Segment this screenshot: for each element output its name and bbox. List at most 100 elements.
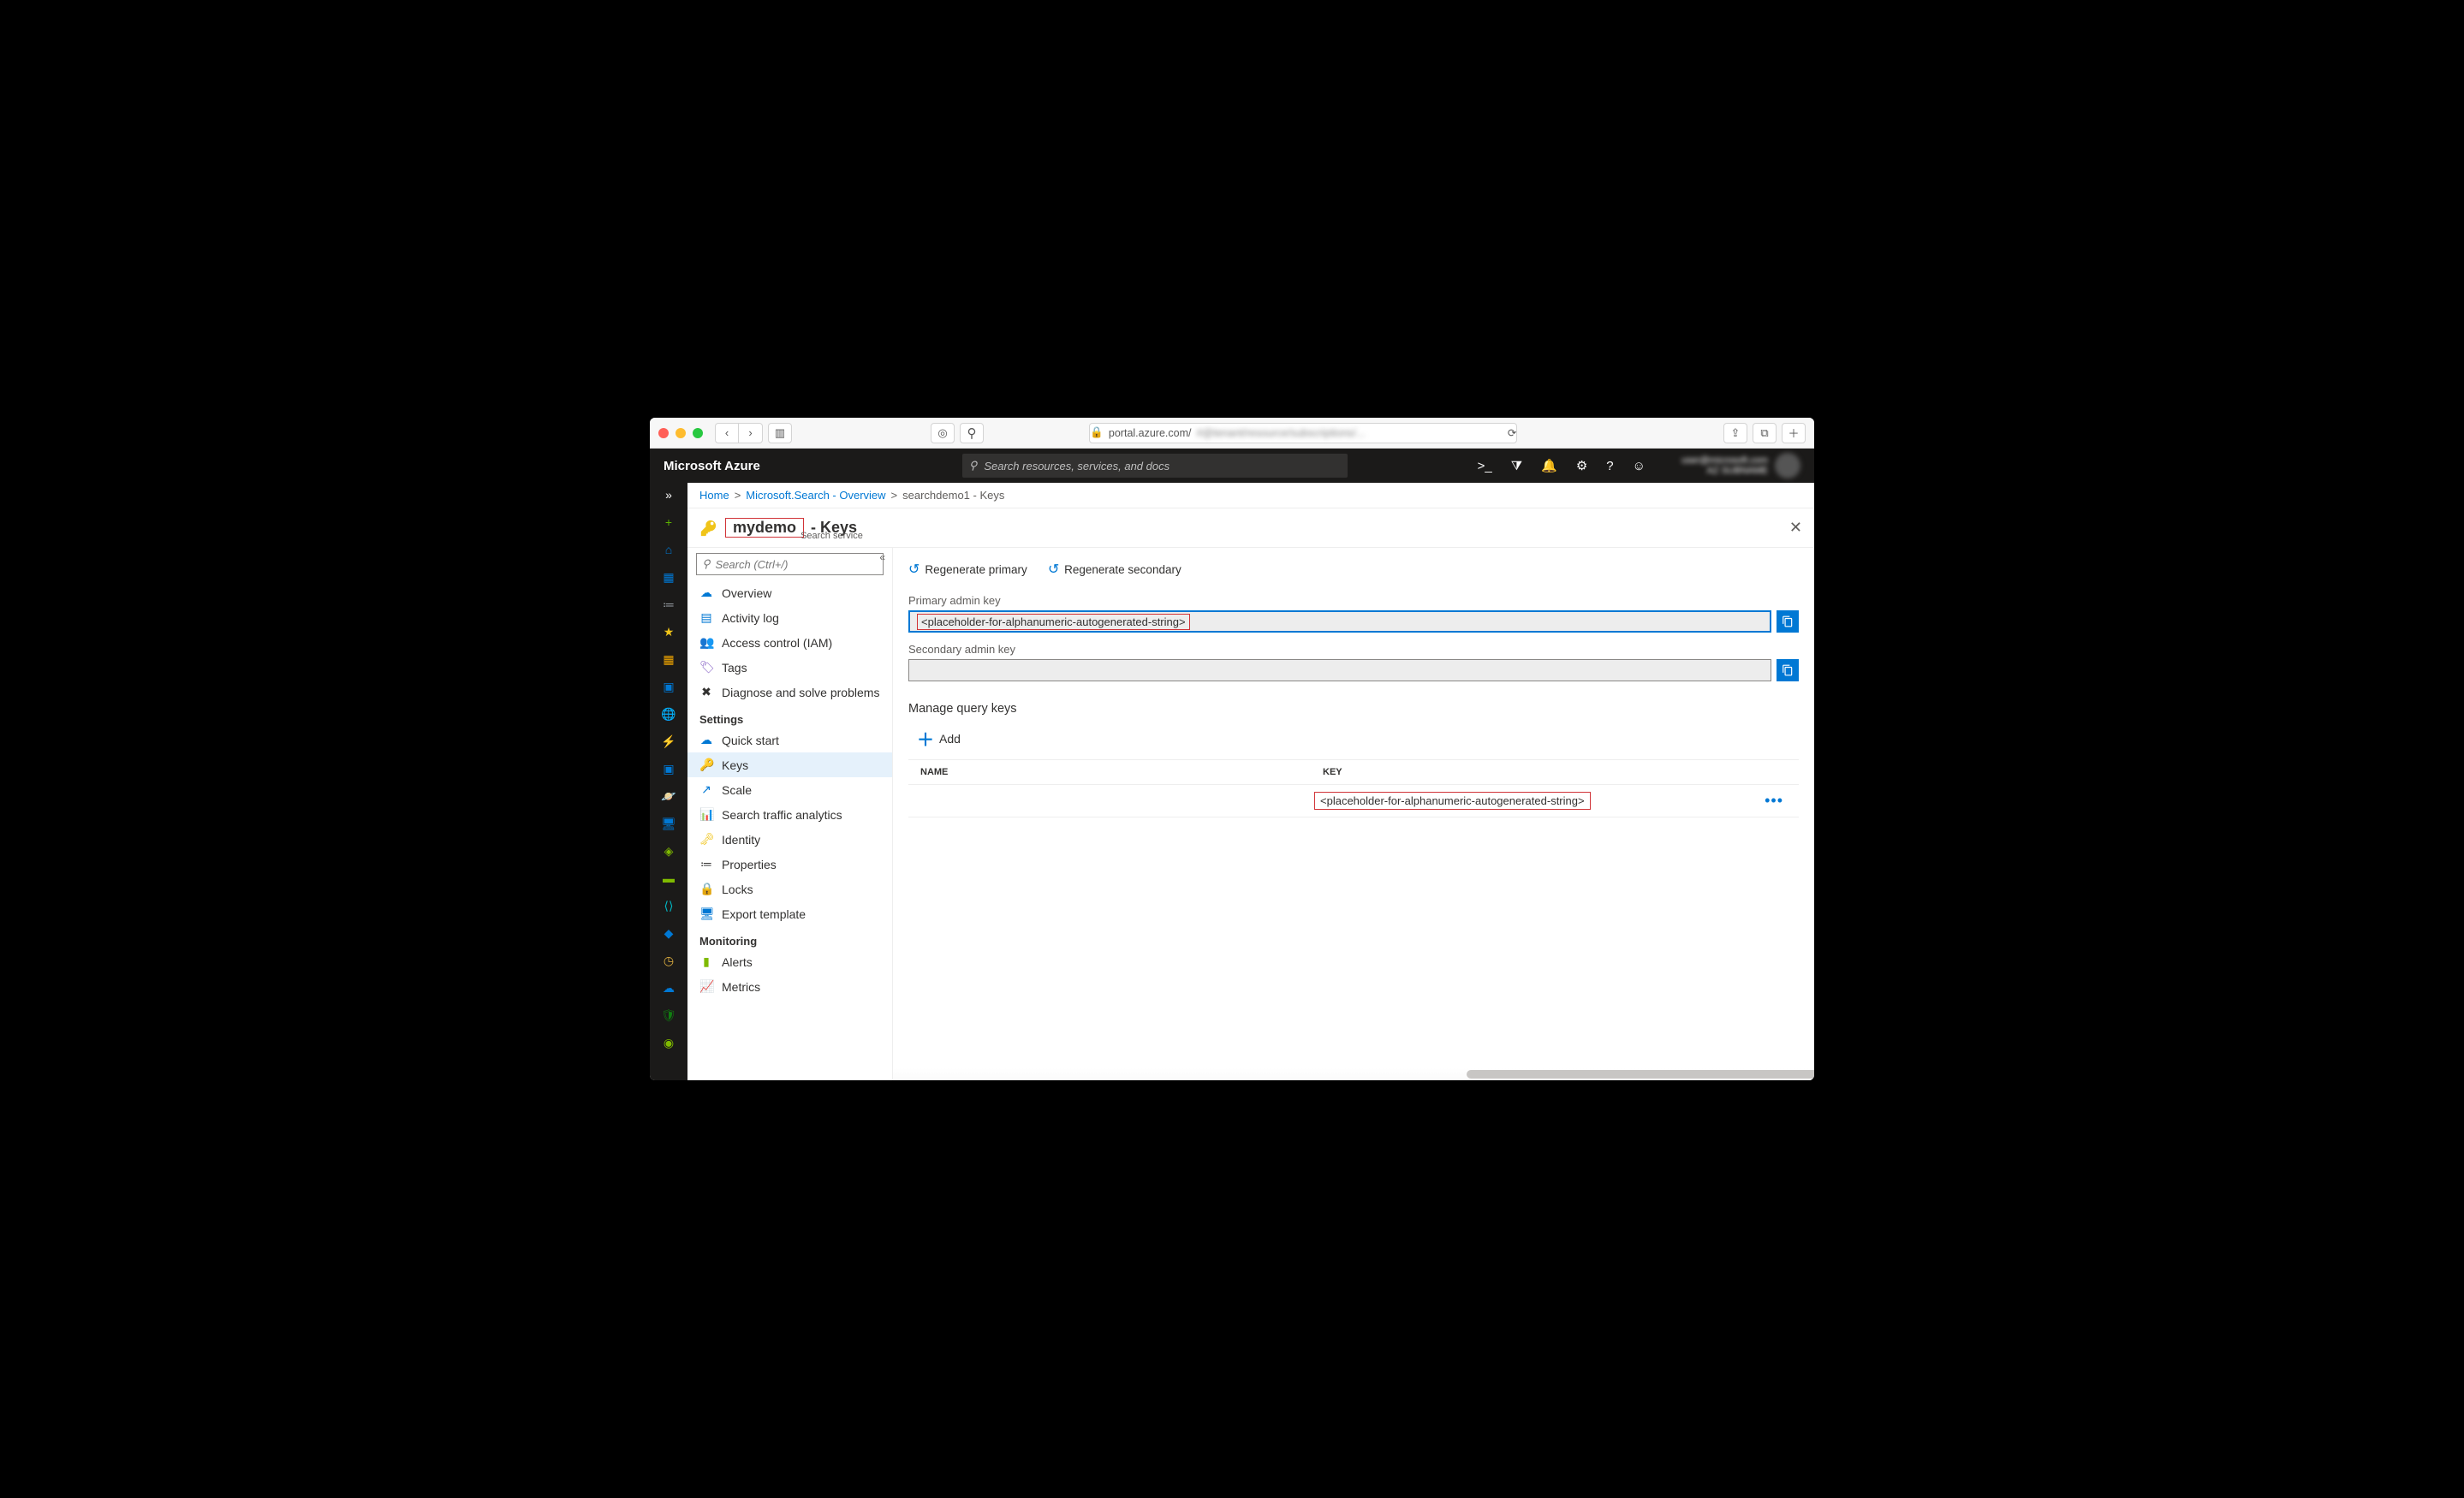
nav-item-label: Search traffic analytics <box>722 808 842 822</box>
search-placeholder: Search resources, services, and docs <box>984 460 1170 473</box>
horizontal-scrollbar[interactable] <box>893 1068 1814 1080</box>
rail-item-security[interactable]: 🛡 <box>660 1007 677 1024</box>
resource-menu-search[interactable]: ⚲ Search (Ctrl+/) <box>696 553 884 575</box>
nav-item-overview[interactable]: ☁Overview <box>687 580 892 605</box>
rail-item-all-services[interactable]: ≔ <box>660 596 677 613</box>
rail-item-favorites[interactable]: ★ <box>660 623 677 640</box>
cloud-shell-icon[interactable]: >_ <box>1478 459 1492 473</box>
notifications-icon[interactable]: 🔔 <box>1541 458 1557 473</box>
rail-item-storage[interactable]: ▬ <box>660 870 677 887</box>
regenerate-primary-button[interactable]: ↻ Regenerate primary <box>908 561 1027 578</box>
rail-item-home[interactable]: ⌂ <box>660 541 677 558</box>
url-path-blurred: #@tenant/resource/subscriptions/... <box>1196 427 1365 439</box>
url-host: portal.azure.com/ <box>1109 427 1192 439</box>
rail-item-dashboard[interactable]: ▦ <box>660 568 677 586</box>
nav-item-diagnose-and-solve-problems[interactable]: ✖Diagnose and solve problems <box>687 680 892 704</box>
privacy-button[interactable]: ◎ <box>931 423 955 443</box>
nav-item-metrics[interactable]: 📈Metrics <box>687 974 892 999</box>
user-account[interactable]: user@microsoft.com AZ SUBNAME <box>1681 453 1800 479</box>
col-header-name: NAME <box>908 760 1311 784</box>
copy-primary-button[interactable] <box>1777 610 1799 633</box>
rail-item-all-resources[interactable]: ▦ <box>660 651 677 668</box>
add-query-key-button[interactable]: ＋ Add <box>908 726 1799 751</box>
directory-filter-icon[interactable]: ⧩ <box>1511 459 1522 473</box>
rail-item-web[interactable]: 🌐 <box>660 705 677 722</box>
top-bar-icons: >_ ⧩ 🔔 ⚙ ? ☺ user@microsoft.com AZ SUBNA… <box>1478 453 1800 479</box>
share-button[interactable]: ⇪ <box>1723 423 1747 443</box>
breadcrumb-home[interactable]: Home <box>699 489 729 502</box>
plus-icon: ＋ <box>917 726 934 751</box>
search-placeholder: Search (Ctrl+/) <box>716 558 789 571</box>
rail-item-vms[interactable]: 🖥 <box>660 815 677 832</box>
reload-icon[interactable]: ⟳ <box>1508 426 1516 439</box>
rail-item-create-resource[interactable]: + <box>660 514 677 531</box>
azure-top-bar: Microsoft Azure ⚲ Search resources, serv… <box>650 449 1814 483</box>
expand-rail-button[interactable]: » <box>665 488 672 502</box>
rail-item-resource-groups[interactable]: ▣ <box>660 678 677 695</box>
nav-item-label: Activity log <box>722 611 779 625</box>
forward-button[interactable]: › <box>739 423 763 443</box>
nav-section-monitoring: Monitoring <box>687 926 892 949</box>
rail-item-networking[interactable]: ⟨⟩ <box>660 897 677 914</box>
collapse-menu-button[interactable]: « <box>879 551 885 563</box>
rail-item-azure-ad[interactable]: ◆ <box>660 924 677 942</box>
command-bar: ↻ Regenerate primary ↻ Regenerate second… <box>908 555 1799 584</box>
rail-item-load-balancers[interactable]: ◈ <box>660 842 677 859</box>
minimize-window-button[interactable] <box>676 428 686 438</box>
alerts-icon: ▮ <box>699 954 713 969</box>
address-bar[interactable]: 🔒 portal.azure.com/ #@tenant/resource/su… <box>1089 423 1517 443</box>
azure-brand[interactable]: Microsoft Azure <box>664 459 760 473</box>
global-search-input[interactable]: ⚲ Search resources, services, and docs <box>962 454 1348 478</box>
nav-item-quick-start[interactable]: ☁Quick start <box>687 728 892 752</box>
query-keys-table: NAME KEY <placeholder-for-alphanumeric-a… <box>908 759 1799 817</box>
sidebar-button[interactable]: ▥ <box>768 423 792 443</box>
nav-item-label: Diagnose and solve problems <box>722 686 879 699</box>
feedback-icon[interactable]: ☺ <box>1633 459 1646 473</box>
breadcrumb-current: searchdemo1 - Keys <box>902 489 1004 502</box>
content-area: Home > Microsoft.Search - Overview > sea… <box>687 483 1814 1080</box>
nav-item-alerts[interactable]: ▮Alerts <box>687 949 892 974</box>
close-blade-button[interactable]: ✕ <box>1789 519 1802 537</box>
nav-item-identity[interactable]: 🗝Identity <box>687 827 892 852</box>
tabs-button[interactable]: ⧉ <box>1753 423 1777 443</box>
nav-item-search-traffic-analytics[interactable]: 📊Search traffic analytics <box>687 802 892 827</box>
resource-menu: « ⚲ Search (Ctrl+/) ☁Overview▤Activity l… <box>687 548 893 1080</box>
blade-split: « ⚲ Search (Ctrl+/) ☁Overview▤Activity l… <box>687 548 1814 1080</box>
rail-item-advisor[interactable]: ☁ <box>660 979 677 996</box>
nav-item-label: Export template <box>722 907 806 921</box>
back-button[interactable]: ‹ <box>715 423 739 443</box>
new-tab-button[interactable]: ＋ <box>1782 423 1806 443</box>
rail-item-functions[interactable]: ⚡ <box>660 733 677 750</box>
resource-menu-scroll[interactable]: ☁Overview▤Activity log👥Access control (I… <box>687 580 892 1080</box>
reader-button[interactable]: ⚲ <box>960 423 984 443</box>
breadcrumb-search-overview[interactable]: Microsoft.Search - Overview <box>746 489 885 502</box>
table-row[interactable]: <placeholder-for-alphanumeric-autogenera… <box>908 785 1799 817</box>
nav-item-access-control-iam-[interactable]: 👥Access control (IAM) <box>687 630 892 655</box>
settings-icon[interactable]: ⚙ <box>1576 458 1587 473</box>
nav-item-tags[interactable]: 🏷Tags <box>687 655 892 680</box>
nav-item-label: Keys <box>722 758 748 772</box>
secondary-key-input[interactable] <box>908 659 1771 681</box>
rail-item-monitor[interactable]: ◷ <box>660 952 677 969</box>
export-template-icon: 🖥 <box>699 907 713 921</box>
nav-item-label: Properties <box>722 858 777 871</box>
rail-item-cosmos[interactable]: 🪐 <box>660 788 677 805</box>
nav-item-scale[interactable]: ↗Scale <box>687 777 892 802</box>
rail-item-sql[interactable]: ▣ <box>660 760 677 777</box>
nav-item-keys[interactable]: 🔑Keys <box>687 752 892 777</box>
nav-item-export-template[interactable]: 🖥 Export template <box>687 901 892 926</box>
nav-item-label: Identity <box>722 833 760 847</box>
scrollbar-thumb[interactable] <box>1467 1070 1814 1079</box>
maximize-window-button[interactable] <box>693 428 703 438</box>
rail-item-cost[interactable]: ◉ <box>660 1034 677 1051</box>
tags-icon: 🏷 <box>699 660 713 675</box>
copy-secondary-button[interactable] <box>1777 659 1799 681</box>
nav-item-activity-log[interactable]: ▤Activity log <box>687 605 892 630</box>
primary-key-input[interactable]: <placeholder-for-alphanumeric-autogenera… <box>908 610 1771 633</box>
help-icon[interactable]: ? <box>1606 459 1613 473</box>
regenerate-secondary-button[interactable]: ↻ Regenerate secondary <box>1048 561 1181 578</box>
nav-item-locks[interactable]: 🔒Locks <box>687 877 892 901</box>
nav-item-properties[interactable]: ≔Properties <box>687 852 892 877</box>
row-more-button[interactable]: ••• <box>1749 792 1799 810</box>
close-window-button[interactable] <box>658 428 669 438</box>
